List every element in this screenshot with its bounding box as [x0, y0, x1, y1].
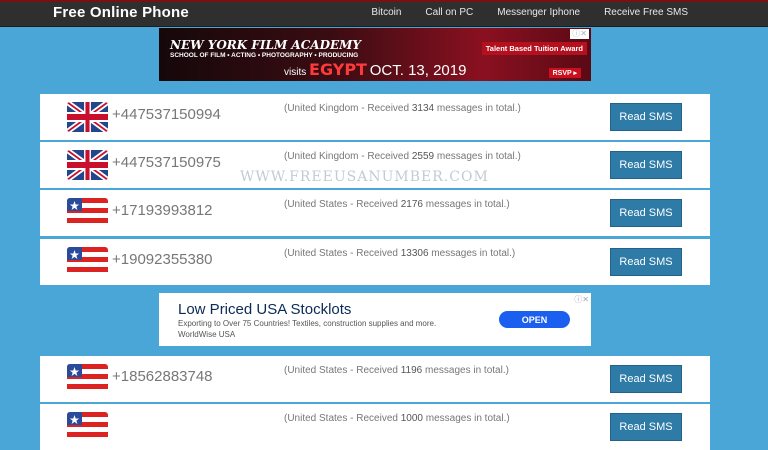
- ad-headline: NEW YORK FILM ACADEMY: [170, 38, 361, 52]
- info-prefix: (United Kingdom - Received: [284, 151, 412, 162]
- read-sms-button[interactable]: Read SMS: [610, 151, 682, 179]
- message-info: (United Kingdom - Received 2559 messages…: [284, 151, 521, 162]
- info-prefix: (United Kingdom - Received: [284, 103, 412, 114]
- info-prefix: (United States - Received: [284, 413, 401, 424]
- read-sms-button[interactable]: Read SMS: [610, 365, 682, 393]
- message-info: (United States - Received 2176 messages …: [284, 199, 510, 210]
- uk-flag-icon: [67, 102, 108, 132]
- site-brand[interactable]: Free Online Phone: [53, 4, 189, 21]
- number-row: +18562883748 (United States - Received 11…: [40, 356, 710, 402]
- ad-country: EGYPT: [309, 60, 367, 79]
- ad-date: OCT. 13, 2019: [369, 62, 467, 79]
- number-row: +17193993812 (United States - Received 21…: [40, 190, 710, 236]
- number-row: (United States - Received 1000 messages …: [40, 404, 710, 450]
- us-flag-icon: [67, 412, 108, 442]
- phone-number[interactable]: +447537150994: [112, 106, 221, 123]
- info-prefix: (United States - Received: [284, 199, 401, 210]
- us-flag-icon: [67, 247, 108, 277]
- info-suffix: messages in total.): [434, 151, 521, 162]
- info-prefix: (United States - Received: [284, 248, 401, 259]
- ad-award-badge: Talent Based Tuition Award: [481, 42, 587, 55]
- nav-link-call-on-pc[interactable]: Call on PC: [425, 7, 473, 18]
- banner-advertisement[interactable]: ⓘ✕ NEW YORK FILM ACADEMY SCHOOL OF FILM …: [159, 28, 591, 81]
- message-count: 3134: [411, 103, 435, 114]
- ad-rsvp-button[interactable]: RSVP ▸: [548, 68, 581, 78]
- info-suffix: messages in total.): [428, 248, 516, 259]
- top-accent-line: [0, 0, 768, 2]
- info-prefix: (United States - Received: [284, 365, 401, 376]
- info-suffix: messages in total.): [422, 413, 510, 424]
- ad-subline: SCHOOL OF FILM • ACTING • PHOTOGRAPHY • …: [170, 52, 359, 59]
- message-count: 2559: [411, 151, 435, 162]
- message-info: (United States - Received 1196 messages …: [284, 365, 509, 376]
- number-row: +19092355380 (United States - Received 13…: [40, 239, 710, 285]
- message-count: 1000: [400, 413, 423, 424]
- phone-number[interactable]: +19092355380: [112, 251, 213, 268]
- main-nav: Bitcoin Call on PC Messenger Iphone Rece…: [371, 7, 688, 18]
- phone-number[interactable]: +18562883748: [112, 368, 213, 385]
- message-info: (United States - Received 13306 messages…: [284, 248, 515, 259]
- ad-open-button[interactable]: OPEN: [499, 311, 570, 328]
- message-count: 2176: [400, 199, 423, 210]
- ad-close-icon[interactable]: ⓘ✕: [570, 29, 589, 39]
- read-sms-button[interactable]: Read SMS: [610, 103, 682, 131]
- ad-close-icon[interactable]: ⓘ✕: [574, 294, 589, 305]
- site-watermark: WWW.FREEUSANUMBER.COM: [240, 169, 489, 185]
- uk-flag-icon: [67, 150, 108, 180]
- info-suffix: messages in total.): [422, 365, 509, 376]
- nav-link-messenger-iphone[interactable]: Messenger Iphone: [497, 7, 580, 18]
- read-sms-button[interactable]: Read SMS: [610, 199, 682, 227]
- ad-description: Exporting to Over 75 Countries! Textiles…: [178, 319, 437, 328]
- ad-visits-text: visits: [284, 67, 307, 78]
- read-sms-button[interactable]: Read SMS: [610, 413, 682, 441]
- number-row: +447537150994 (United Kingdom - Received …: [40, 94, 710, 140]
- text-advertisement[interactable]: ⓘ✕ Low Priced USA Stocklots Exporting to…: [159, 293, 591, 346]
- ad-sponsor: WorldWise USA: [178, 330, 236, 339]
- ad-title[interactable]: Low Priced USA Stocklots: [178, 301, 351, 318]
- top-navigation-bar: Free Online Phone Bitcoin Call on PC Mes…: [0, 0, 768, 27]
- us-flag-icon: [67, 364, 108, 394]
- info-suffix: messages in total.): [422, 199, 510, 210]
- nav-link-bitcoin[interactable]: Bitcoin: [371, 7, 401, 18]
- message-info: (United States - Received 1000 messages …: [284, 413, 510, 424]
- message-info: (United Kingdom - Received 3134 messages…: [284, 103, 521, 114]
- us-flag-icon: [67, 198, 108, 228]
- nav-link-receive-free-sms[interactable]: Receive Free SMS: [604, 7, 688, 18]
- message-count: 1196: [400, 365, 423, 376]
- phone-number[interactable]: +447537150975: [112, 154, 221, 171]
- read-sms-button[interactable]: Read SMS: [610, 248, 682, 276]
- info-suffix: messages in total.): [434, 103, 521, 114]
- phone-number[interactable]: +17193993812: [112, 202, 213, 219]
- ad-event-line: visits EGYPT OCT. 13, 2019: [284, 60, 466, 79]
- message-count: 13306: [400, 248, 429, 259]
